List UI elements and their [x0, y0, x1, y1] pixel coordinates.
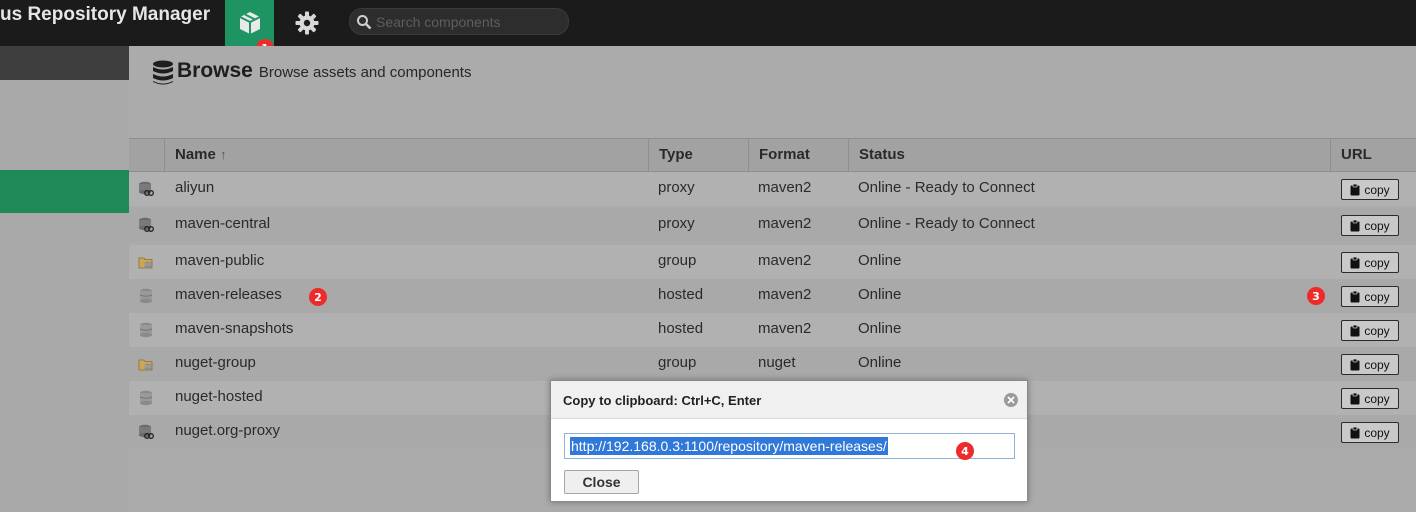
annotation-marker-2: 2 [309, 288, 327, 306]
copy-label: copy [1364, 218, 1390, 233]
repo-name: maven-central [175, 215, 271, 232]
repo-format: maven2 [758, 320, 812, 337]
repo-format: nuget [758, 354, 796, 371]
repo-type: group [658, 252, 697, 269]
sort-ascending-icon: ↑ [220, 147, 227, 162]
copy-url-button[interactable]: copy [1341, 286, 1399, 307]
copy-label: copy [1364, 182, 1390, 197]
table-row[interactable]: maven-central proxy maven2 Online - Ready t… [129, 208, 1416, 242]
repo-format: maven2 [758, 252, 812, 269]
copy-label: copy [1364, 289, 1390, 304]
repo-name: maven-public [175, 252, 265, 269]
page-title: Browse [177, 59, 253, 82]
copy-url-button[interactable]: copy [1341, 354, 1399, 375]
page-subtitle: Browse assets and components [258, 64, 472, 81]
table-row[interactable]: aliyun proxy maven2 Online - Ready to Conne… [129, 172, 1416, 206]
close-icon[interactable] [1003, 392, 1019, 408]
hosted-repo-icon [138, 322, 154, 342]
sidebar-item-active[interactable] [0, 170, 129, 213]
column-header-url[interactable]: URL [1330, 139, 1416, 171]
column-name-label: Name [175, 146, 216, 163]
table-row[interactable]: maven-public group maven2 Online copy [129, 245, 1416, 279]
clipboard-icon [1350, 426, 1360, 438]
repo-name: maven-snapshots [175, 320, 294, 337]
proxy-repo-icon [138, 181, 154, 201]
repo-type: hosted [658, 286, 704, 303]
table-row[interactable]: nuget-group group nuget Online copy [129, 347, 1416, 381]
repo-name: nuget-hosted [175, 388, 263, 405]
repo-name: nuget.org-proxy [175, 422, 281, 439]
proxy-repo-icon [138, 424, 154, 444]
column-header-type[interactable]: Type [648, 139, 748, 171]
repo-format: maven2 [758, 179, 812, 196]
clipboard-icon [1350, 183, 1360, 195]
clipboard-icon [1350, 358, 1360, 370]
repo-status: Online - Ready to Connect [858, 179, 1035, 196]
clipboard-icon [1350, 256, 1360, 268]
app-title: us Repository Manager [0, 4, 211, 25]
sidebar-header [0, 46, 129, 80]
repo-status: Online [858, 286, 902, 303]
repo-format: maven2 [758, 215, 812, 232]
annotation-marker-3: 3 [1307, 287, 1325, 305]
top-bar: us Repository Manager [0, 0, 1416, 46]
clipboard-icon [1350, 290, 1360, 302]
clipboard-icon [1350, 392, 1360, 404]
column-header-status[interactable]: Status [848, 139, 1330, 171]
copy-url-button[interactable]: copy [1341, 179, 1399, 200]
copy-url-button[interactable]: copy [1341, 320, 1399, 341]
copy-label: copy [1364, 391, 1390, 406]
copy-label: copy [1364, 357, 1390, 372]
clipboard-icon [1350, 219, 1360, 231]
column-header-format[interactable]: Format [748, 139, 848, 171]
search-box[interactable] [349, 8, 569, 35]
repo-status: Online [858, 252, 902, 269]
search-input[interactable] [376, 13, 561, 30]
repo-status: Online [858, 320, 902, 337]
group-repo-icon [138, 356, 154, 376]
repo-type: group [658, 354, 697, 371]
repo-type: proxy [658, 215, 695, 232]
repo-status: Online - Ready to Connect [858, 215, 1035, 232]
sidebar [0, 46, 129, 512]
gear-icon [295, 11, 318, 35]
repo-format: maven2 [758, 286, 812, 303]
page-header: Browse Browse assets and components [177, 59, 471, 83]
repo-name: aliyun [175, 179, 215, 196]
column-header-name[interactable]: Name ↑ [164, 139, 648, 171]
hosted-repo-icon [138, 288, 154, 308]
copy-url-button[interactable]: copy [1341, 252, 1399, 273]
copy-label: copy [1364, 425, 1390, 440]
repo-name: maven-releases [175, 286, 282, 303]
close-button[interactable]: Close [564, 470, 639, 494]
dialog-title: Copy to clipboard: Ctrl+C, Enter [563, 393, 762, 408]
copy-url-button[interactable]: copy [1341, 422, 1399, 443]
cube-icon [239, 12, 260, 34]
search-icon [357, 14, 372, 29]
copy-url-button[interactable]: copy [1341, 388, 1399, 409]
table-row[interactable]: maven-snapshots hosted maven2 Online copy [129, 313, 1416, 347]
repo-type: hosted [658, 320, 704, 337]
database-icon [153, 60, 173, 85]
url-selected-text: http://192.168.0.3:1100/repository/maven… [570, 437, 888, 455]
admin-nav-button[interactable] [282, 0, 331, 46]
copy-label: copy [1364, 323, 1390, 338]
dialog-header: Copy to clipboard: Ctrl+C, Enter [551, 381, 1027, 419]
hosted-repo-icon [138, 390, 154, 410]
repo-name: nuget-group [175, 354, 256, 371]
repo-type: proxy [658, 179, 695, 196]
url-field[interactable]: http://192.168.0.3:1100/repository/maven… [564, 433, 1015, 459]
clipboard-icon [1350, 324, 1360, 336]
annotation-marker-4: 4 [956, 442, 974, 460]
proxy-repo-icon [138, 217, 154, 237]
copy-to-clipboard-dialog: Copy to clipboard: Ctrl+C, Enter http://… [550, 380, 1028, 502]
grid-header: Name ↑ Type Format Status URL [129, 138, 1416, 172]
copy-url-button[interactable]: copy [1341, 215, 1399, 236]
repo-status: Online [858, 354, 902, 371]
copy-label: copy [1364, 255, 1390, 270]
group-repo-icon [138, 254, 154, 274]
